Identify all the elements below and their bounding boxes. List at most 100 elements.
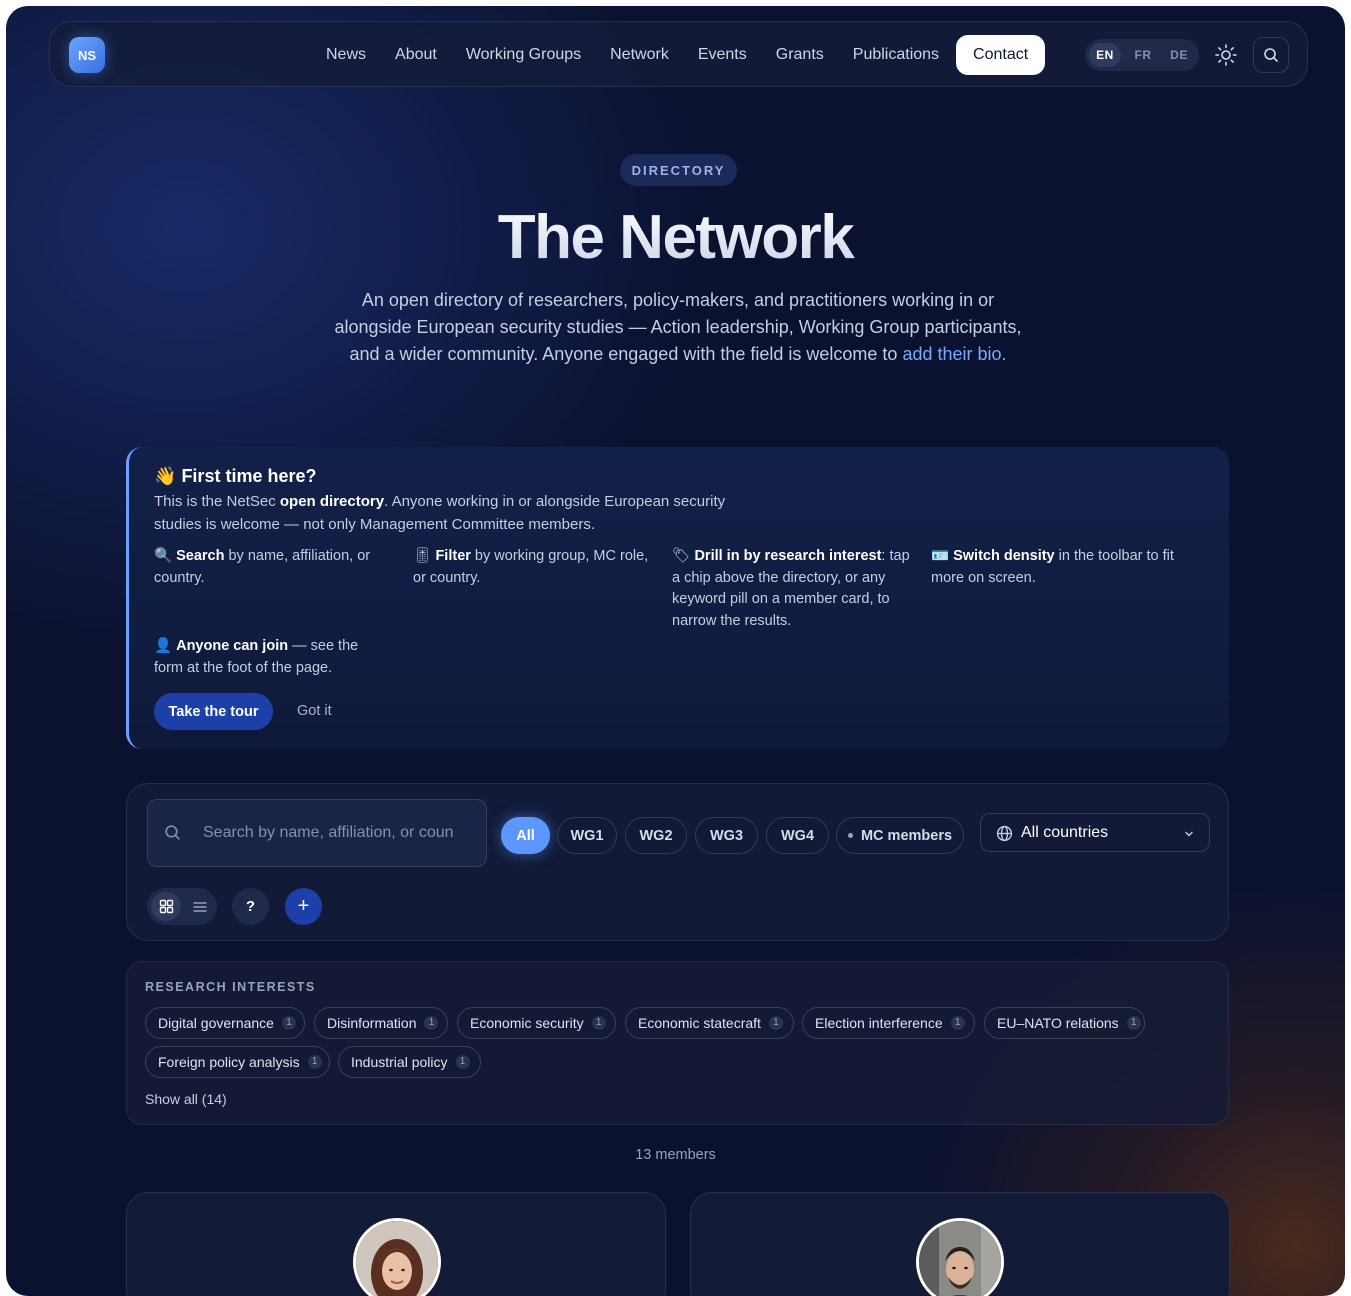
interest-chip[interactable]: Digital governance 1 xyxy=(145,1007,305,1039)
nav-link-publications[interactable]: Publications xyxy=(853,46,939,64)
chip-count: 1 xyxy=(424,1016,439,1030)
chip-label: Economic statecraft xyxy=(638,1015,761,1031)
filter-mc-members[interactable]: MC members xyxy=(836,817,964,854)
nav-link-about[interactable]: About xyxy=(395,46,437,64)
nav-link-events[interactable]: Events xyxy=(698,46,747,64)
filter-all[interactable]: All xyxy=(501,817,550,854)
site-logo[interactable]: NS xyxy=(69,37,105,73)
filter-wg2[interactable]: WG2 xyxy=(625,817,687,854)
interest-chip[interactable]: EU–NATO relations 1 xyxy=(984,1007,1145,1039)
chip-label: EU–NATO relations xyxy=(997,1015,1119,1031)
hero-description: An open directory of researchers, policy… xyxy=(328,287,1028,368)
directory-toolbar: Search by name, affiliation, or country … xyxy=(126,783,1229,941)
got-it-button[interactable]: Got it xyxy=(297,703,332,719)
tip-drill-in: 🏷 Drill in by research interest: tap a c… xyxy=(672,546,917,632)
research-interests-panel: RESEARCH INTERESTS Digital governance 1 D… xyxy=(126,961,1229,1125)
sun-icon[interactable] xyxy=(1213,42,1239,68)
callout-title: 👋 First time here? xyxy=(154,466,316,487)
contact-button[interactable]: Contact xyxy=(956,35,1046,75)
search-placeholder: Search by name, affiliation, or country xyxy=(203,824,453,841)
language-switcher: EN FR DE xyxy=(1085,39,1199,71)
avatar xyxy=(916,1218,1004,1296)
country-select-value: All countries xyxy=(1021,823,1109,841)
nav-link-network[interactable]: Network xyxy=(610,46,669,64)
country-select[interactable]: All countries xyxy=(980,813,1210,852)
chip-count: 1 xyxy=(950,1016,965,1030)
grid-view-icon xyxy=(159,899,173,914)
chip-count: 1 xyxy=(307,1055,322,1069)
page-frame: NS News About Working Groups Network Eve… xyxy=(6,6,1345,1296)
interest-chip[interactable]: Industrial policy 1 xyxy=(338,1046,481,1078)
density-toggle xyxy=(147,888,217,925)
hero-description-end: . xyxy=(1001,344,1007,364)
nav-link-grants[interactable]: Grants xyxy=(776,46,824,64)
wave-icon: 👋 xyxy=(154,466,177,486)
chip-label: Economic security xyxy=(470,1015,584,1031)
chip-count: 1 xyxy=(591,1016,606,1030)
search-icon xyxy=(1264,48,1278,62)
add-bio-link[interactable]: add their bio xyxy=(902,344,1001,364)
slider-icon: 🎚 xyxy=(413,548,432,564)
filter-wg1[interactable]: WG1 xyxy=(557,817,617,854)
interest-chip[interactable]: Foreign policy analysis 1 xyxy=(145,1046,330,1078)
chip-count: 1 xyxy=(281,1016,296,1030)
filter-mc-members-label: MC members xyxy=(860,827,953,844)
chip-count: 1 xyxy=(1126,1016,1141,1030)
chip-label: Digital governance xyxy=(158,1015,274,1031)
member-card[interactable] xyxy=(126,1192,666,1296)
interest-chip[interactable]: Economic security 1 xyxy=(457,1007,616,1039)
search-icon xyxy=(165,825,180,840)
list-view-icon xyxy=(193,901,207,912)
callout-intro-pre: This is the NetSec xyxy=(154,493,280,510)
filter-wg3[interactable]: WG3 xyxy=(695,817,758,854)
chip-label: Disinformation xyxy=(327,1015,417,1031)
page-title: The Network xyxy=(6,202,1345,273)
globe-icon xyxy=(996,825,1013,842)
chevron-down-icon xyxy=(1185,831,1193,837)
language-fr[interactable]: FR xyxy=(1125,43,1161,67)
interest-chip[interactable]: Economic statecraft 1 xyxy=(625,1007,794,1039)
add-member-button[interactable]: + xyxy=(285,888,322,925)
directory-badge: DIRECTORY xyxy=(620,154,737,186)
callout-intro: This is the NetSec open directory. Anyon… xyxy=(154,490,754,536)
tip-bold: Anyone can join xyxy=(176,638,289,654)
interest-chip[interactable]: Disinformation 1 xyxy=(314,1007,448,1039)
id-card-icon: 🪪 xyxy=(931,548,950,564)
search-input[interactable]: Search by name, affiliation, or country xyxy=(147,799,487,867)
chip-label: Industrial policy xyxy=(351,1054,448,1070)
member-count: 13 members xyxy=(635,1147,716,1163)
list-view-button[interactable] xyxy=(187,892,213,921)
chip-label: Election interference xyxy=(815,1015,943,1031)
interest-chip[interactable]: Election interference 1 xyxy=(802,1007,975,1039)
language-en[interactable]: EN xyxy=(1089,43,1121,67)
callout-intro-bold: open directory xyxy=(279,493,385,510)
chip-count: 1 xyxy=(455,1055,470,1069)
tip-join: 👤 Anyone can join — see the form at the … xyxy=(154,636,379,679)
show-all-interests-link[interactable]: Show all (14) xyxy=(145,1091,227,1107)
callout-title-text: First time here? xyxy=(181,466,317,486)
tip-bold: Drill in by research interest xyxy=(694,548,882,564)
take-tour-button[interactable]: Take the tour xyxy=(154,693,273,730)
chip-label: Foreign policy analysis xyxy=(158,1054,300,1070)
help-button[interactable]: ? xyxy=(232,888,269,925)
dot-icon xyxy=(847,833,853,838)
filter-wg4[interactable]: WG4 xyxy=(766,817,829,854)
top-navigation: NS News About Working Groups Network Eve… xyxy=(49,21,1308,87)
member-card[interactable] xyxy=(690,1192,1230,1296)
tip-bold: Search xyxy=(176,548,225,564)
nav-link-working-groups[interactable]: Working Groups xyxy=(466,46,581,64)
tip-density: 🪪 Switch density in the toolbar to fit m… xyxy=(931,546,1176,589)
tip-filter: 🎚 Filter by working group, MC role, or c… xyxy=(413,546,658,589)
language-de[interactable]: DE xyxy=(1161,43,1197,67)
nav-links: News About Working Groups Network Events… xyxy=(326,22,1046,88)
magnifier-icon: 🔍 xyxy=(154,548,173,564)
chip-count: 1 xyxy=(768,1016,783,1030)
search-button[interactable] xyxy=(1253,37,1289,73)
tag-icon: 🏷 xyxy=(672,548,691,564)
tip-bold: Switch density xyxy=(953,548,1055,564)
grid-view-button[interactable] xyxy=(151,892,181,921)
avatar xyxy=(353,1218,441,1296)
tip-search: 🔍 Search by name, affiliation, or countr… xyxy=(154,546,399,589)
first-time-callout: 👋 First time here? This is the NetSec op… xyxy=(126,447,1229,749)
nav-link-news[interactable]: News xyxy=(326,46,366,64)
